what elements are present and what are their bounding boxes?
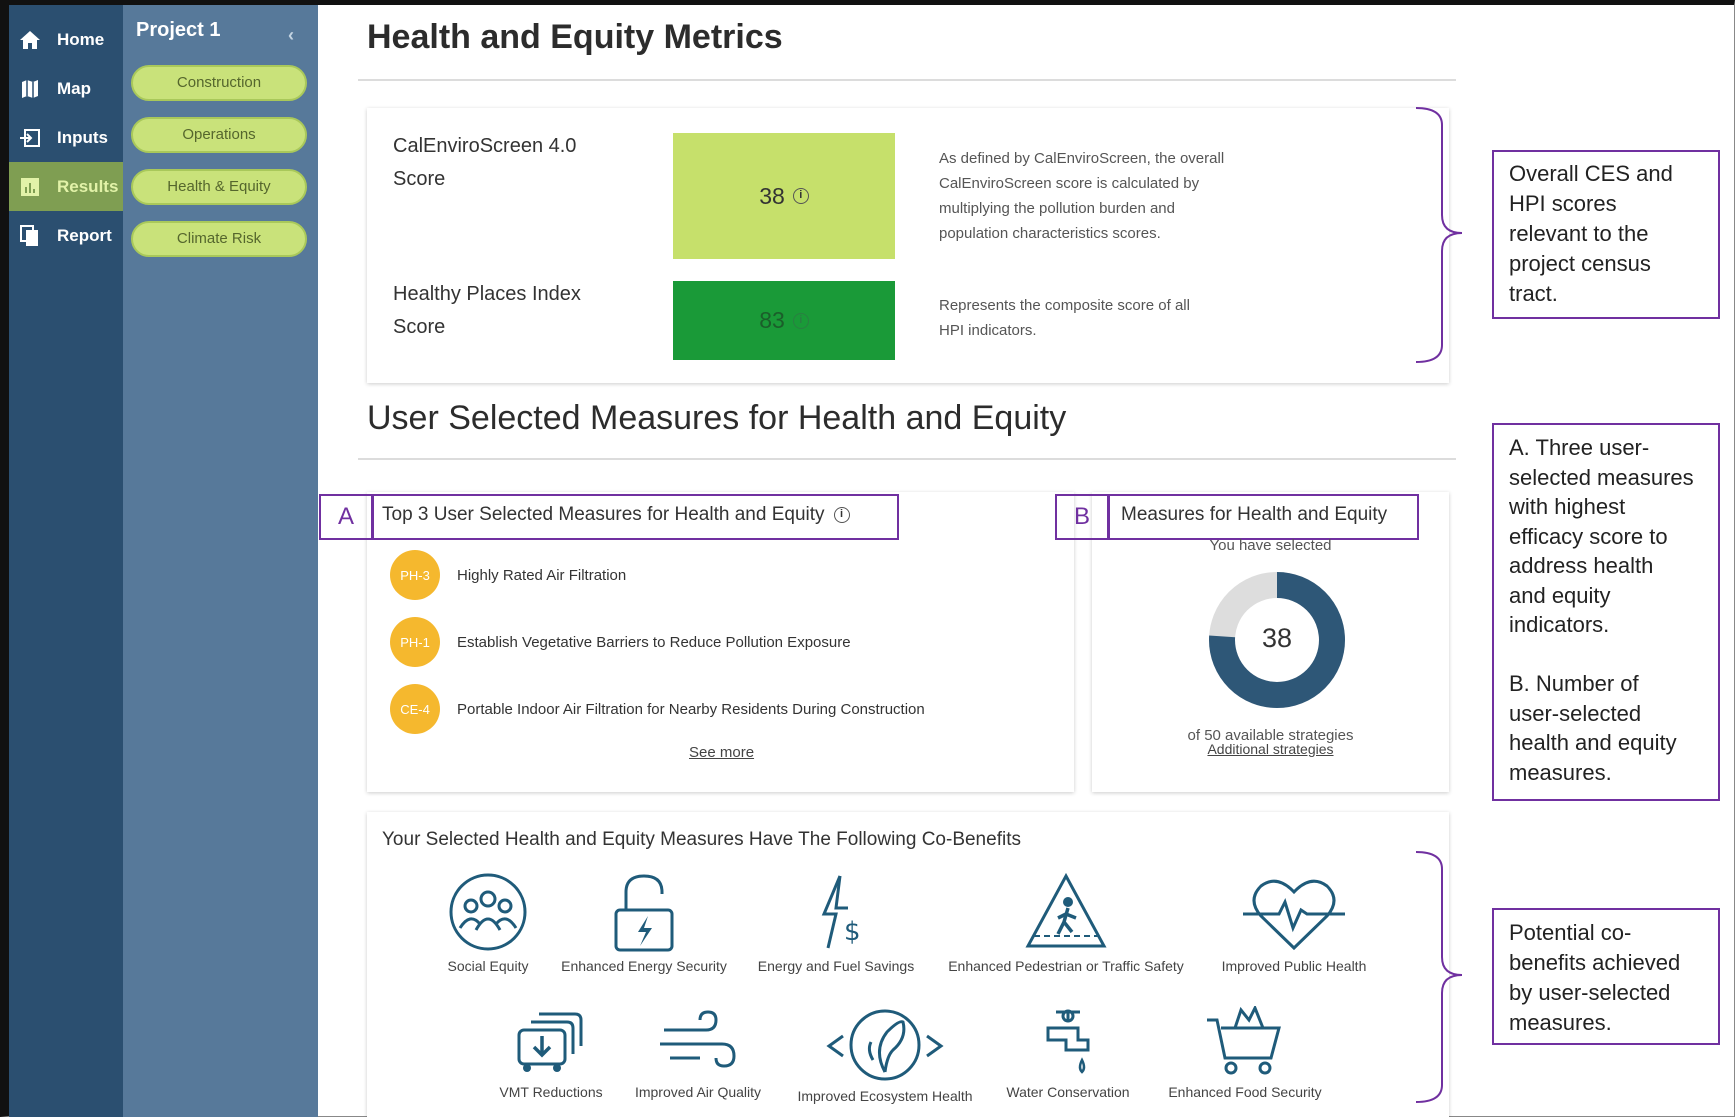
cobenefit-item: Enhanced Food Security <box>1155 1006 1335 1100</box>
public-health-icon <box>1243 879 1345 951</box>
rail-item-label: Home <box>57 29 105 49</box>
air-quality-icon <box>660 1010 736 1068</box>
annotation-letter-b: B <box>1055 494 1109 540</box>
annotation-letter-a: A <box>319 494 373 540</box>
measure-code-badge: PH-3 <box>390 550 440 600</box>
svg-text:$: $ <box>844 917 861 947</box>
rail-item-label: Map <box>57 78 91 98</box>
rail-item-report[interactable]: Report <box>9 211 123 260</box>
top3-title: Top 3 User Selected Measures for Health … <box>382 504 850 526</box>
report-icon <box>19 224 41 247</box>
measure-name: Establish Vegetative Barriers to Reduce … <box>457 633 851 651</box>
nav-pill-health-equity[interactable]: Health & Equity <box>131 169 307 205</box>
social-equity-icon <box>449 873 527 951</box>
hpi-label: Healthy Places Index Score <box>393 283 581 338</box>
ces-label: CalEnviroScreen 4.0 Score <box>393 135 577 190</box>
cobenefit-item: Enhanced Pedestrian or Traffic Safety <box>936 870 1196 974</box>
ecosystem-icon <box>826 1009 944 1081</box>
water-icon <box>1046 1009 1090 1074</box>
list-item[interactable]: PH-1 Establish Vegetative Barriers to Re… <box>390 617 851 667</box>
rail-item-label: Report <box>57 225 112 245</box>
list-item[interactable]: CE-4 Portable Indoor Air Filtration for … <box>390 684 925 734</box>
rail-item-home[interactable]: Home <box>9 15 123 64</box>
selected-count: 38 <box>1261 623 1293 653</box>
annotation-brace-top <box>1415 107 1463 363</box>
measure-code-badge: PH-1 <box>390 617 440 667</box>
measures-divider <box>358 458 1456 460</box>
cobenefit-item: VMT Reductions <box>481 1006 621 1100</box>
results-icon <box>19 176 41 198</box>
vmt-icon <box>517 1012 583 1072</box>
rail-item-results[interactable]: Results <box>9 162 123 211</box>
hpi-score-value: 83 <box>759 307 785 333</box>
count-subtitle: You have selected <box>1209 537 1332 554</box>
hpi-score-box: 83 i <box>673 281 895 360</box>
map-icon <box>19 78 41 100</box>
rail-item-inputs[interactable]: Inputs <box>9 113 123 162</box>
rail-item-label: Inputs <box>57 127 108 147</box>
cobenefit-item: $ Energy and Fuel Savings <box>746 870 926 974</box>
info-icon[interactable]: i <box>792 312 809 329</box>
cobenefit-item: Social Equity <box>418 870 558 974</box>
measure-name: Highly Rated Air Filtration <box>457 566 627 584</box>
see-more-link[interactable]: See more <box>689 744 754 761</box>
annotation-text-measures: A. Three user- selected measures with hi… <box>1509 435 1694 785</box>
additional-strategies-link[interactable]: Additional strategies <box>1092 741 1449 757</box>
collapse-chevron-icon[interactable]: ‹ <box>288 25 294 46</box>
home-icon <box>19 29 41 51</box>
inputs-icon <box>19 127 41 149</box>
cobenefit-item: Improved Ecosystem Health <box>780 1006 990 1104</box>
ces-description: As defined by CalEnviroScreen, the overa… <box>939 150 1225 242</box>
food-security-icon <box>1207 1006 1281 1075</box>
nav-pill-operations[interactable]: Operations <box>131 117 307 153</box>
metrics-heading: Health and Equity Metrics <box>367 18 783 56</box>
rail-item-map[interactable]: Map <box>9 64 123 113</box>
info-icon[interactable]: i <box>792 188 809 204</box>
nav-pill-climate-risk[interactable]: Climate Risk <box>131 221 307 257</box>
measure-code-badge: CE-4 <box>390 684 440 734</box>
measures-heading: User Selected Measures for Health and Eq… <box>367 399 1067 437</box>
annotation-text-scores: Overall CES and HPI scores relevant to t… <box>1509 161 1673 306</box>
energy-security-icon <box>614 874 674 952</box>
metrics-divider <box>358 79 1456 81</box>
rail-item-label: Results <box>57 176 119 196</box>
energy-savings-icon: $ <box>821 875 861 949</box>
ces-score-box: 38 i <box>673 133 895 259</box>
icon-rail: Home Map Inputs Results Report <box>9 5 123 1117</box>
project-panel: Project 1 ‹ Construction Operations Heal… <box>123 5 318 1117</box>
hpi-description: Represents the composite score of all HP… <box>939 297 1190 339</box>
annotation-brace-bottom <box>1415 851 1463 1103</box>
score-card: CalEnviroScreen 4.0 Score 38 i As define… <box>367 108 1449 383</box>
info-icon[interactable]: i <box>833 507 850 523</box>
measure-name: Portable Indoor Air Filtration for Nearb… <box>457 700 925 718</box>
cobenefit-item: Enhanced Energy Security <box>554 870 734 974</box>
list-item[interactable]: PH-3 Highly Rated Air Filtration <box>390 550 626 600</box>
cobenefit-item: Improved Air Quality <box>623 1006 773 1100</box>
cobenefits-title: Your Selected Health and Equity Measures… <box>382 829 1021 850</box>
count-title: Measures for Health and Equity <box>1121 504 1388 525</box>
project-title: Project 1 ‹ <box>136 19 294 46</box>
nav-pill-construction[interactable]: Construction <box>131 65 307 101</box>
ces-score-value: 38 <box>759 182 785 209</box>
pedestrian-safety-icon <box>1025 872 1107 948</box>
cobenefit-item: Improved Public Health <box>1204 870 1384 974</box>
annotation-text-cobenefits: Potential co- benefits achieved by user-… <box>1509 920 1681 1035</box>
cobenefit-item: Water Conservation <box>998 1006 1138 1100</box>
